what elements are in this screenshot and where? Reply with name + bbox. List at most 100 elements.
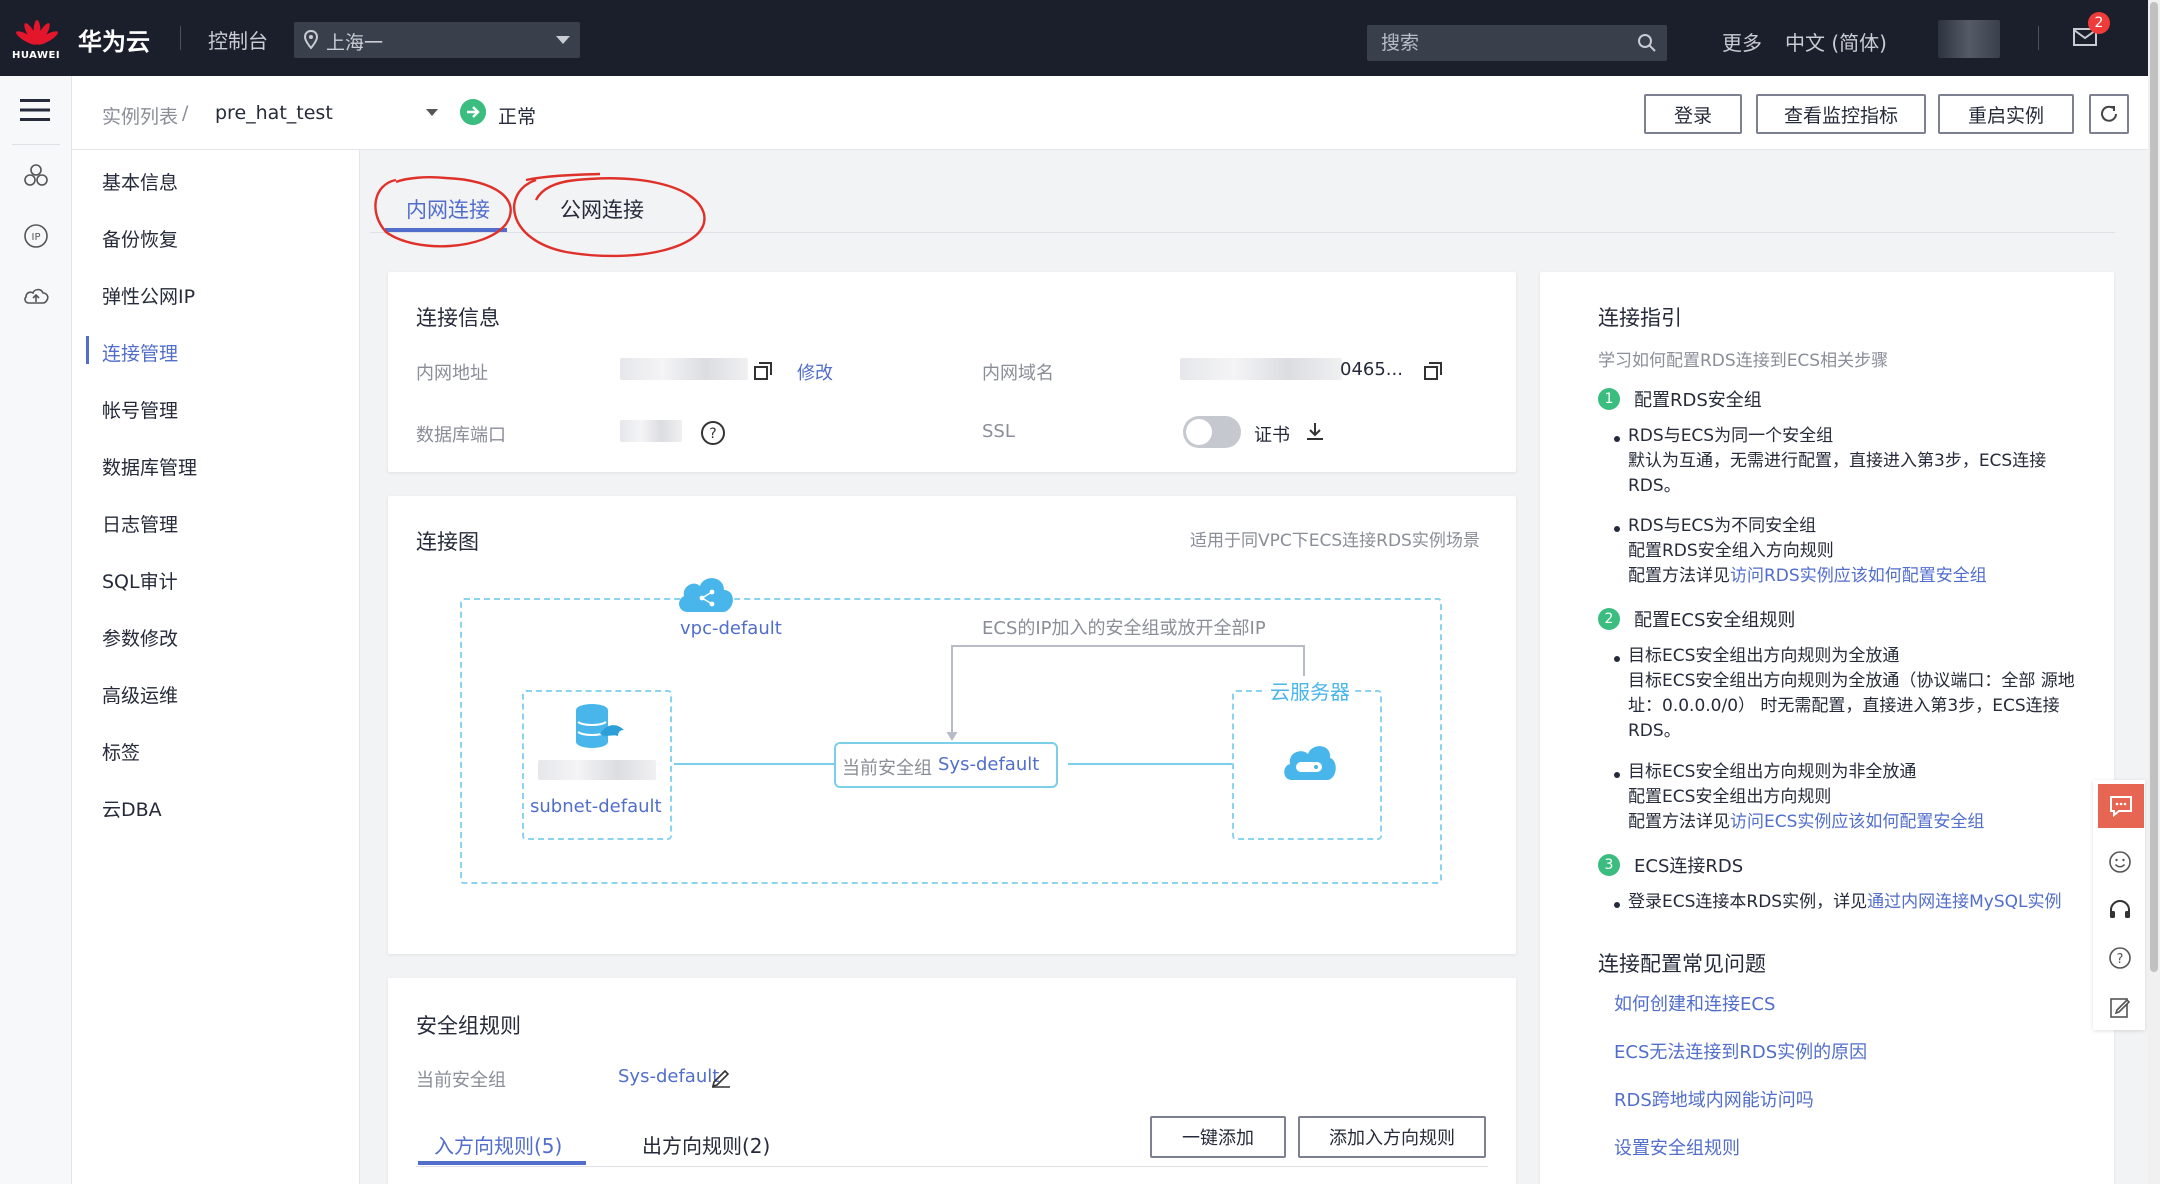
- private-domain-redacted: [1180, 358, 1342, 380]
- quick-add-button[interactable]: 一键添加: [1150, 1116, 1286, 1158]
- toggle-knob: [1186, 419, 1212, 445]
- ecs-sg-guide-link[interactable]: 访问ECS实例应该如何配置安全组: [1730, 812, 1984, 832]
- console-link[interactable]: 控制台: [208, 25, 268, 54]
- edit-note-icon[interactable]: [2108, 996, 2132, 1020]
- faq-link-sg-rules[interactable]: 设置安全组规则: [1614, 1134, 1740, 1160]
- chevron-down-icon: [556, 36, 570, 44]
- subnav-item-account[interactable]: 帐号管理: [102, 396, 178, 423]
- step-1b-text: RDS与ECS为不同安全组 配置RDS安全组入方向规则 配置方法详见访问RDS实…: [1628, 514, 2098, 589]
- current-sg-link[interactable]: Sys-default: [618, 1066, 719, 1087]
- breadcrumb-instance-list[interactable]: 实例列表: [102, 102, 178, 129]
- copy-icon[interactable]: [1422, 360, 1444, 382]
- subnav-item-tags[interactable]: 标签: [102, 738, 140, 765]
- headset-icon[interactable]: [2108, 898, 2132, 922]
- subnav-item-params[interactable]: 参数修改: [102, 624, 178, 651]
- instance-header: 实例列表 / pre_hat_test 正常 登录 查看监控指标 重启实例: [72, 76, 2148, 150]
- chat-icon: [2110, 796, 2132, 818]
- step-1b-title: RDS与ECS为不同安全组: [1628, 516, 1817, 536]
- faq-title: 连接配置常见问题: [1598, 952, 1766, 976]
- cloud-nodes-icon[interactable]: [22, 162, 50, 190]
- more-menu[interactable]: 更多: [1722, 27, 1762, 56]
- step-2b-pre: 配置方法详见: [1628, 812, 1730, 832]
- download-icon[interactable]: [1304, 420, 1326, 442]
- step-1-badge: 1: [1598, 388, 1620, 410]
- restart-instance-button[interactable]: 重启实例: [1938, 94, 2074, 134]
- top-bar: HUAWEI 华为云 控制台 上海一 更多 中文 (简体) 2: [0, 0, 2148, 76]
- active-tab-underline: [418, 1161, 586, 1165]
- help-icon[interactable]: ?: [700, 420, 726, 446]
- security-group-title: 安全组规则: [416, 1014, 521, 1038]
- status-label: 正常: [498, 106, 537, 128]
- step-1-title: 配置RDS安全组: [1634, 390, 1762, 411]
- subnav-item-advanced-ops[interactable]: 高级运维: [102, 681, 178, 708]
- feedback-button[interactable]: [2098, 784, 2144, 828]
- mysql-private-connect-link[interactable]: 通过内网连接MySQL实例: [1867, 892, 2061, 912]
- region-selector[interactable]: 上海一: [294, 22, 580, 58]
- db-port-label: 数据库端口: [416, 425, 506, 446]
- tab-outbound-rules[interactable]: 出方向规则(2): [642, 1130, 770, 1159]
- modify-address-link[interactable]: 修改: [797, 359, 833, 385]
- cloud-server-label: 云服务器: [1266, 676, 1354, 705]
- search-input[interactable]: [1367, 25, 1667, 61]
- language-selector[interactable]: 中文 (简体): [1785, 27, 1887, 56]
- faq-link-cross-region[interactable]: RDS跨地域内网能访问吗: [1614, 1086, 1814, 1112]
- help-icon[interactable]: ?: [2108, 946, 2132, 970]
- menu-icon[interactable]: [20, 98, 50, 122]
- certificate-label: 证书: [1254, 425, 1290, 446]
- vpc-cloud-icon: [679, 578, 733, 612]
- faq-link-create-ecs[interactable]: 如何创建和连接ECS: [1614, 990, 1775, 1016]
- step-3-pre: 登录ECS连接本RDS实例，详见: [1628, 892, 1868, 912]
- step-2-title: 配置ECS安全组规则: [1634, 610, 1796, 631]
- subnav-item-connection[interactable]: 连接管理: [102, 339, 178, 366]
- copy-icon[interactable]: [752, 360, 774, 382]
- subnav-item-sql-audit[interactable]: SQL审计: [102, 567, 178, 594]
- step-2b-text: 目标ECS安全组出方向规则为非全放通 配置ECS安全组出方向规则 配置方法详见访…: [1628, 760, 2098, 835]
- tab-inbound-rules[interactable]: 入方向规则(5): [434, 1130, 562, 1159]
- refresh-button[interactable]: [2089, 94, 2129, 134]
- step-2b-howto: 配置方法详见访问ECS实例应该如何配置安全组: [1628, 810, 2098, 835]
- bullet: [1614, 902, 1620, 908]
- chevron-down-icon[interactable]: [426, 109, 438, 116]
- add-inbound-rule-button[interactable]: 添加入方向规则: [1298, 1116, 1486, 1158]
- bullet: [1614, 656, 1620, 662]
- refresh-icon: [2101, 105, 2117, 122]
- subnav-item-backup[interactable]: 备份恢复: [102, 225, 178, 252]
- step-3-text: 登录ECS连接本RDS实例，详见通过内网连接MySQL实例: [1628, 890, 2098, 915]
- sg-prefix: 当前安全组: [842, 758, 932, 779]
- svg-text:?: ?: [709, 426, 716, 442]
- step-1a-text: RDS与ECS为同一个安全组 默认为互通，无需进行配置，直接进入第3步，ECS连…: [1628, 424, 2098, 499]
- security-group-box: 当前安全组 Sys-default: [834, 742, 1058, 788]
- view-monitor-button[interactable]: 查看监控指标: [1756, 94, 1926, 134]
- step-2-badge: 2: [1598, 608, 1620, 630]
- private-address-redacted: [620, 358, 748, 380]
- cloud-upload-icon[interactable]: [22, 282, 50, 310]
- brand-name[interactable]: 华为云: [78, 22, 150, 57]
- subnav-item-logs[interactable]: 日志管理: [102, 510, 178, 537]
- subnav-item-cloud-dba[interactable]: 云DBA: [102, 795, 162, 822]
- guide-subtitle: 学习如何配置RDS连接到ECS相关步骤: [1598, 351, 1889, 371]
- instance-name[interactable]: pre_hat_test: [215, 102, 333, 124]
- subnav-item-database[interactable]: 数据库管理: [102, 453, 197, 480]
- bullet: [1614, 526, 1620, 532]
- subnet-ip-redacted: [538, 760, 656, 780]
- scrollbar-thumb[interactable]: [2150, 2, 2158, 972]
- user-account-redacted[interactable]: [1938, 20, 2000, 58]
- login-button[interactable]: 登录: [1644, 94, 1742, 134]
- step-1b-body: 配置RDS安全组入方向规则: [1628, 541, 1834, 561]
- smiley-icon[interactable]: [2108, 850, 2132, 874]
- subnav-item-eip[interactable]: 弹性公网IP: [102, 282, 195, 309]
- step-2b-title: 目标ECS安全组出方向规则为非全放通: [1628, 762, 1917, 782]
- search-icon[interactable]: [1637, 33, 1657, 53]
- rds-sg-guide-link[interactable]: 访问RDS实例应该如何配置安全组: [1730, 566, 1987, 586]
- rds-database-icon: [576, 704, 624, 748]
- step-2a-title: 目标ECS安全组出方向规则为全放通: [1628, 646, 1900, 666]
- subnav-item-basic-info[interactable]: 基本信息: [102, 168, 178, 195]
- tab-bar-divider: [416, 1166, 1488, 1167]
- faq-link-cannot-connect[interactable]: ECS无法连接到RDS实例的原因: [1614, 1038, 1867, 1064]
- step-3-badge: 3: [1598, 854, 1620, 876]
- edit-icon[interactable]: [710, 1066, 732, 1088]
- connection-info-title: 连接信息: [416, 306, 500, 330]
- step-2a-text: 目标ECS安全组出方向规则为全放通 目标ECS安全组出方向规则为全放通（协议端口…: [1628, 644, 2098, 744]
- ip-icon[interactable]: IP: [22, 222, 50, 250]
- ssl-toggle[interactable]: [1183, 416, 1241, 448]
